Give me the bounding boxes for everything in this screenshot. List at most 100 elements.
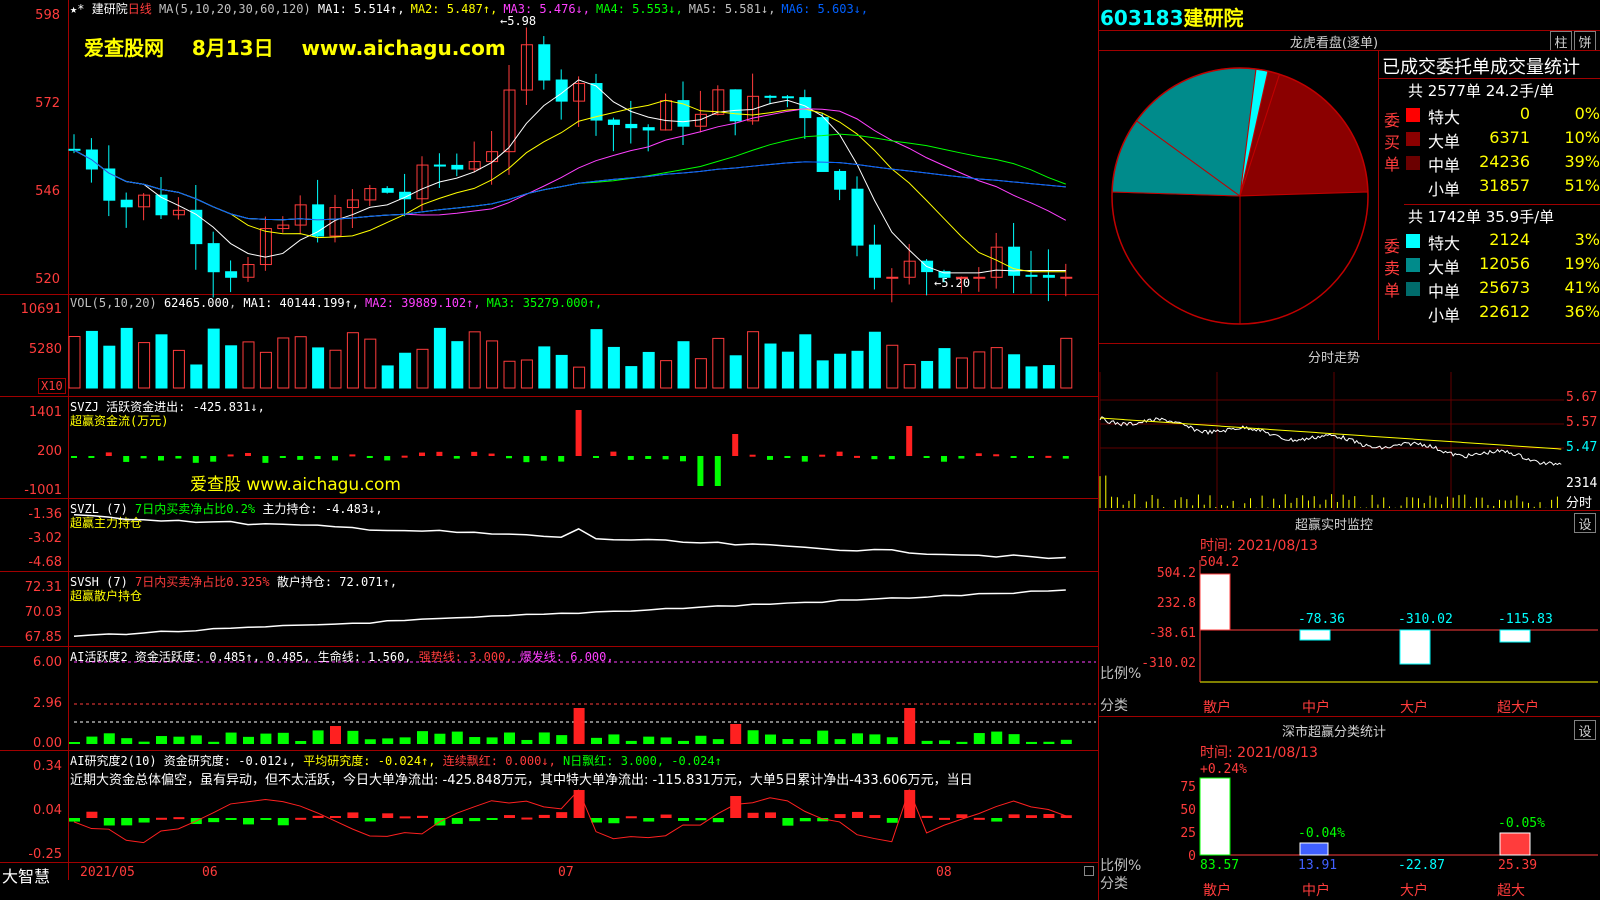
ai1-bar <box>538 732 550 744</box>
ai1-bar <box>765 734 776 744</box>
ai2-bar <box>939 817 950 820</box>
ai2-bar <box>1043 814 1055 818</box>
pie-slice <box>1111 120 1242 197</box>
ai1-bar <box>573 708 585 744</box>
ai1-bar <box>399 737 411 744</box>
sz-bar <box>1499 832 1531 856</box>
lhb-title: 龙虎看盘(逐单) <box>1289 36 1379 51</box>
fs-vol: 2314 <box>1566 476 1598 491</box>
flow-bar <box>906 426 913 456</box>
vol-bar <box>973 351 986 389</box>
buy-side-label: 委买单 <box>1384 111 1401 174</box>
row-label: 大单 <box>1428 132 1461 151</box>
ai2-bar <box>277 818 289 826</box>
ai1-bar <box>921 740 933 744</box>
sz-bottom-val: 25.39 <box>1498 858 1538 873</box>
sz-tick: 50 <box>1180 803 1196 818</box>
ai1-bar <box>747 730 759 744</box>
sz-bottom-val: 83.57 <box>1200 858 1240 873</box>
vol-bar <box>207 328 220 389</box>
fs-title: 分时走势 <box>1307 351 1360 366</box>
ratio-label: 比例% <box>1100 858 1142 874</box>
vol-bar <box>486 340 499 389</box>
ai1-bar <box>451 731 463 744</box>
candle <box>642 127 655 131</box>
row-label: 中单 <box>1428 156 1461 175</box>
ai2-bar <box>886 818 898 823</box>
monitor-cat: 超大户 <box>1497 700 1539 716</box>
sz-settings-button[interactable]: 设 <box>1574 720 1596 740</box>
candle <box>1060 276 1073 279</box>
monitor-bar <box>1299 629 1331 641</box>
monitor-settings-button[interactable]: 设 <box>1574 513 1596 533</box>
row-label: 小单 <box>1428 306 1461 325</box>
vol-bar <box>172 349 185 389</box>
monitor-tick: -38.61 <box>1149 626 1196 641</box>
row-value: 0 <box>1519 104 1530 123</box>
ai2-bar <box>1008 814 1020 818</box>
ai2-bar <box>538 814 550 818</box>
vol-bar <box>886 344 899 389</box>
ai2-bar <box>730 796 742 818</box>
flow-bar <box>784 456 791 458</box>
ai2-bar <box>173 817 185 820</box>
flow-bar <box>401 455 408 458</box>
ai2-bar <box>138 818 150 823</box>
svzl-line <box>73 514 1066 560</box>
vol-bar <box>155 334 168 389</box>
row-label: 特大 <box>1428 108 1461 127</box>
flow-bar <box>419 452 425 456</box>
candle <box>590 83 603 121</box>
flow-bar <box>227 454 234 457</box>
flow-bar <box>1062 456 1069 459</box>
flow-bar <box>801 456 808 462</box>
vol-bar <box>1008 354 1021 389</box>
ai2-bar <box>121 818 133 826</box>
vol-bar <box>694 358 707 389</box>
flow-bar <box>88 456 95 458</box>
ai2-bar <box>486 818 498 820</box>
pie-slice <box>1111 191 1241 325</box>
stats-title: 已成交委托单成交量统计 <box>1382 57 1580 78</box>
vol-bar <box>242 341 255 389</box>
candle <box>120 199 133 208</box>
ai2-bar <box>364 818 376 822</box>
candle <box>433 164 446 167</box>
ai2-bar <box>243 818 254 825</box>
vol-bar <box>573 366 586 389</box>
bar-mode-button[interactable]: 柱 <box>1550 31 1572 51</box>
candle <box>225 271 238 278</box>
ai1-bar <box>260 733 272 744</box>
swatch <box>1406 306 1420 320</box>
vol-bar <box>955 357 968 389</box>
vol-bar <box>277 337 290 389</box>
flow-bar <box>714 456 721 486</box>
ai1-bar <box>382 738 394 744</box>
ai2-bar <box>660 814 672 818</box>
vol-bar <box>607 346 620 389</box>
vol-bar <box>468 331 481 389</box>
candle <box>816 117 829 172</box>
ai1-bar <box>799 739 811 744</box>
row-value: 25673 <box>1479 278 1530 297</box>
row-value: 12056 <box>1479 254 1530 273</box>
ai2-bar <box>678 818 689 821</box>
vol-bar <box>538 346 551 389</box>
ratio-label: 比例% <box>1100 666 1142 682</box>
ai1-bar <box>295 740 307 744</box>
flow-bar <box>314 456 321 460</box>
monitor-tick: -310.02 <box>1141 656 1196 671</box>
candle <box>381 188 394 193</box>
monitor-val: -115.83 <box>1498 612 1553 627</box>
vol-bar <box>921 360 934 389</box>
ai2-bar <box>451 818 463 824</box>
vol-bar <box>729 355 742 389</box>
sz-top-val: -0.05% <box>1498 816 1545 831</box>
sz-tick: 75 <box>1180 780 1196 795</box>
ai2-bar <box>469 818 481 822</box>
candle <box>955 276 968 279</box>
pie-mode-button[interactable]: 饼 <box>1574 31 1596 51</box>
ai2-bar <box>556 812 568 818</box>
ai2-bar <box>991 818 1003 822</box>
swatch <box>1406 234 1420 248</box>
